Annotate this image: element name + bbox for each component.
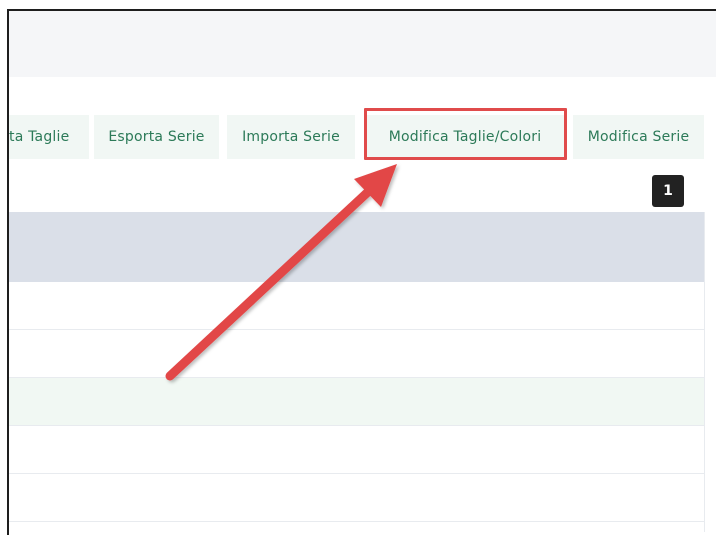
- app-window: ta Taglie Esporta Serie Importa Serie Mo…: [7, 9, 716, 535]
- red-arrow-icon: [165, 164, 397, 381]
